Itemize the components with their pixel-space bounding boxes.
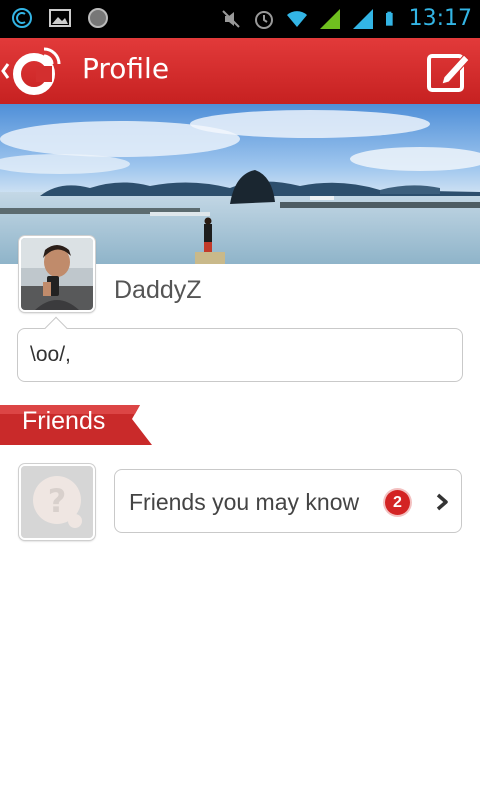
page-title: Profile: [82, 52, 170, 85]
avatar-photo: [21, 238, 93, 310]
back-button[interactable]: [0, 38, 70, 104]
sync-icon: [12, 8, 32, 28]
status-time: 13:17: [408, 6, 472, 31]
alarm-icon: [254, 11, 273, 29]
unknown-user-avatar: ?: [19, 464, 95, 540]
signal-icon: [319, 9, 340, 29]
avatar[interactable]: [19, 236, 95, 312]
notification-badge: 2: [385, 490, 410, 515]
record-icon: [88, 8, 108, 28]
username: DaddyZ: [114, 276, 202, 304]
friends-you-may-know-button[interactable]: Friends you may know 2: [114, 469, 462, 533]
signal-icon: [352, 9, 373, 29]
battery-icon: [385, 11, 393, 26]
svg-text:?: ?: [48, 482, 67, 520]
edit-icon[interactable]: [426, 50, 470, 94]
status-message-box[interactable]: \oo/,: [17, 328, 463, 382]
app-logo-icon: [1, 47, 61, 95]
status-message: \oo/,: [30, 343, 71, 366]
question-mark-icon: ?: [21, 466, 93, 538]
wifi-icon: [286, 11, 307, 27]
mute-icon: [221, 10, 240, 28]
status-bar: 13:17: [0, 0, 480, 38]
friends-section-title: Friends: [22, 407, 106, 435]
chevron-right-icon: [436, 493, 448, 511]
friends-you-may-know-label: Friends you may know: [129, 489, 360, 515]
app-header: Profile: [0, 38, 480, 104]
image-icon: [49, 9, 71, 27]
